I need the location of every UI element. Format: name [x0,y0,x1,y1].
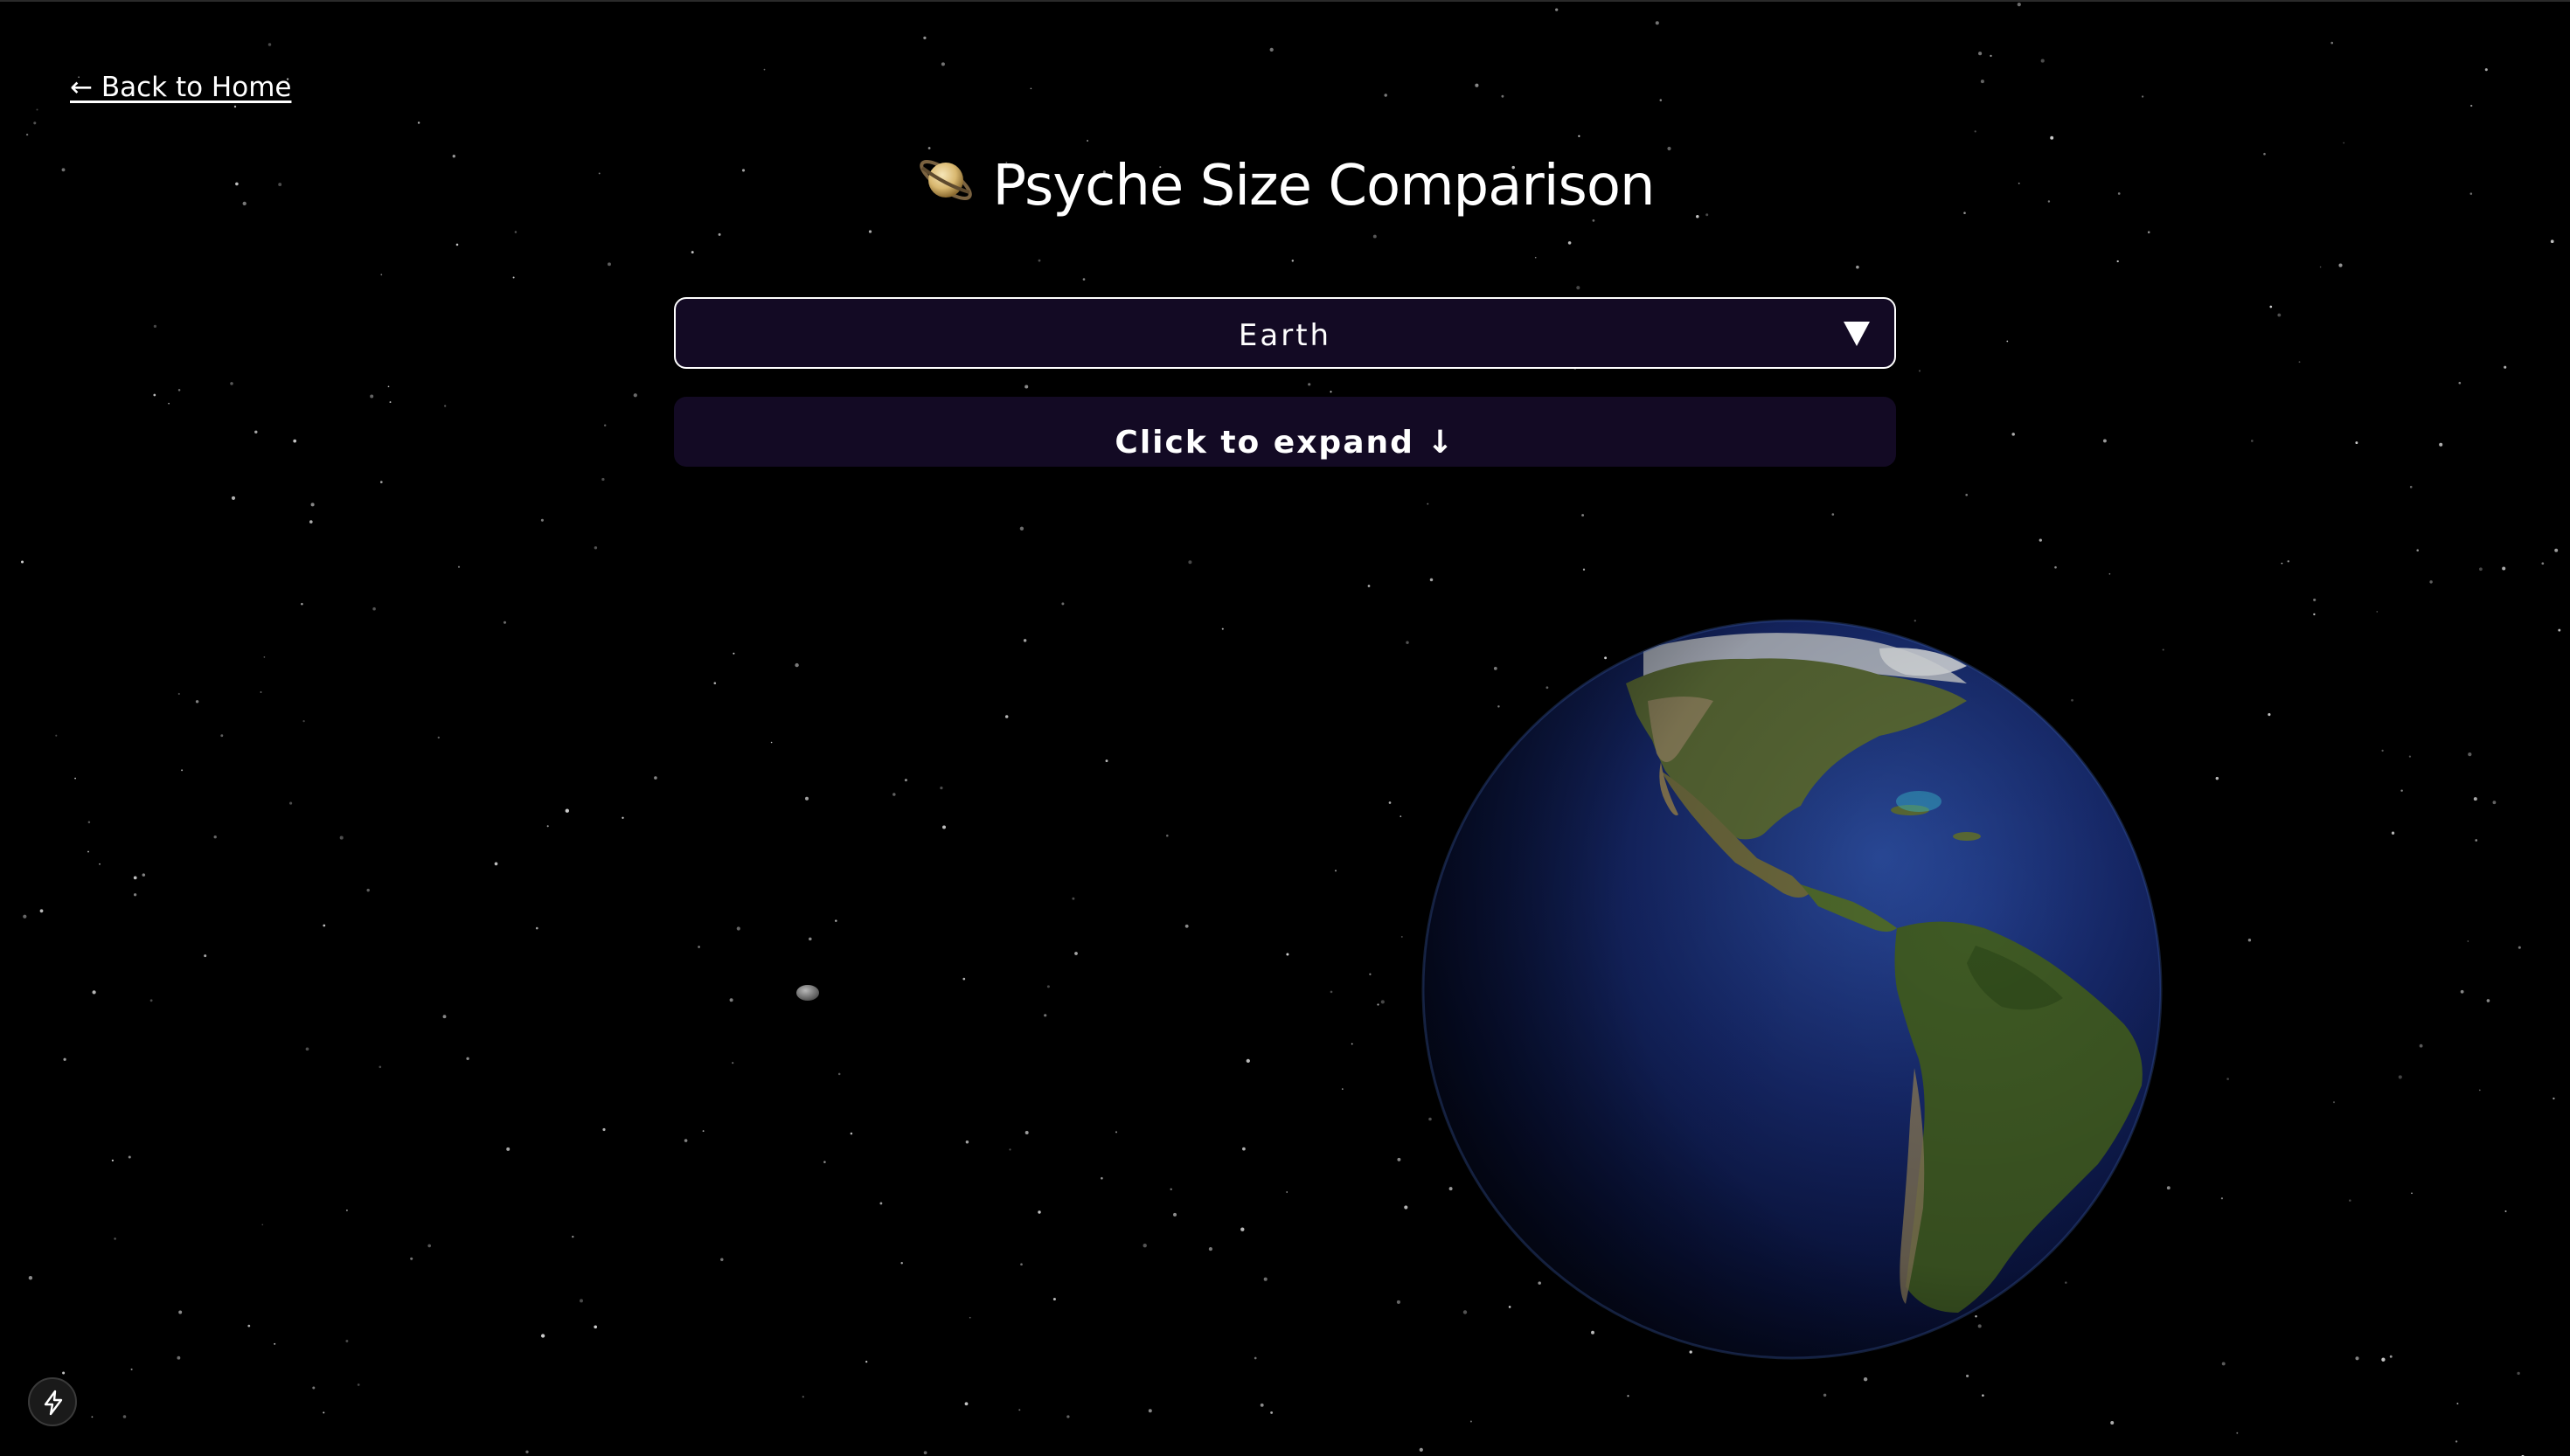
page: ← Back to Home Psyche Size Comparison Ea… [0,0,2570,1456]
psyche-asteroid [796,985,819,1001]
lightning-bolt-icon [44,1390,63,1416]
earth-globe [1421,619,2163,1360]
dev-tools-button[interactable] [28,1377,77,1426]
size-comparison-scene [796,619,2163,1360]
